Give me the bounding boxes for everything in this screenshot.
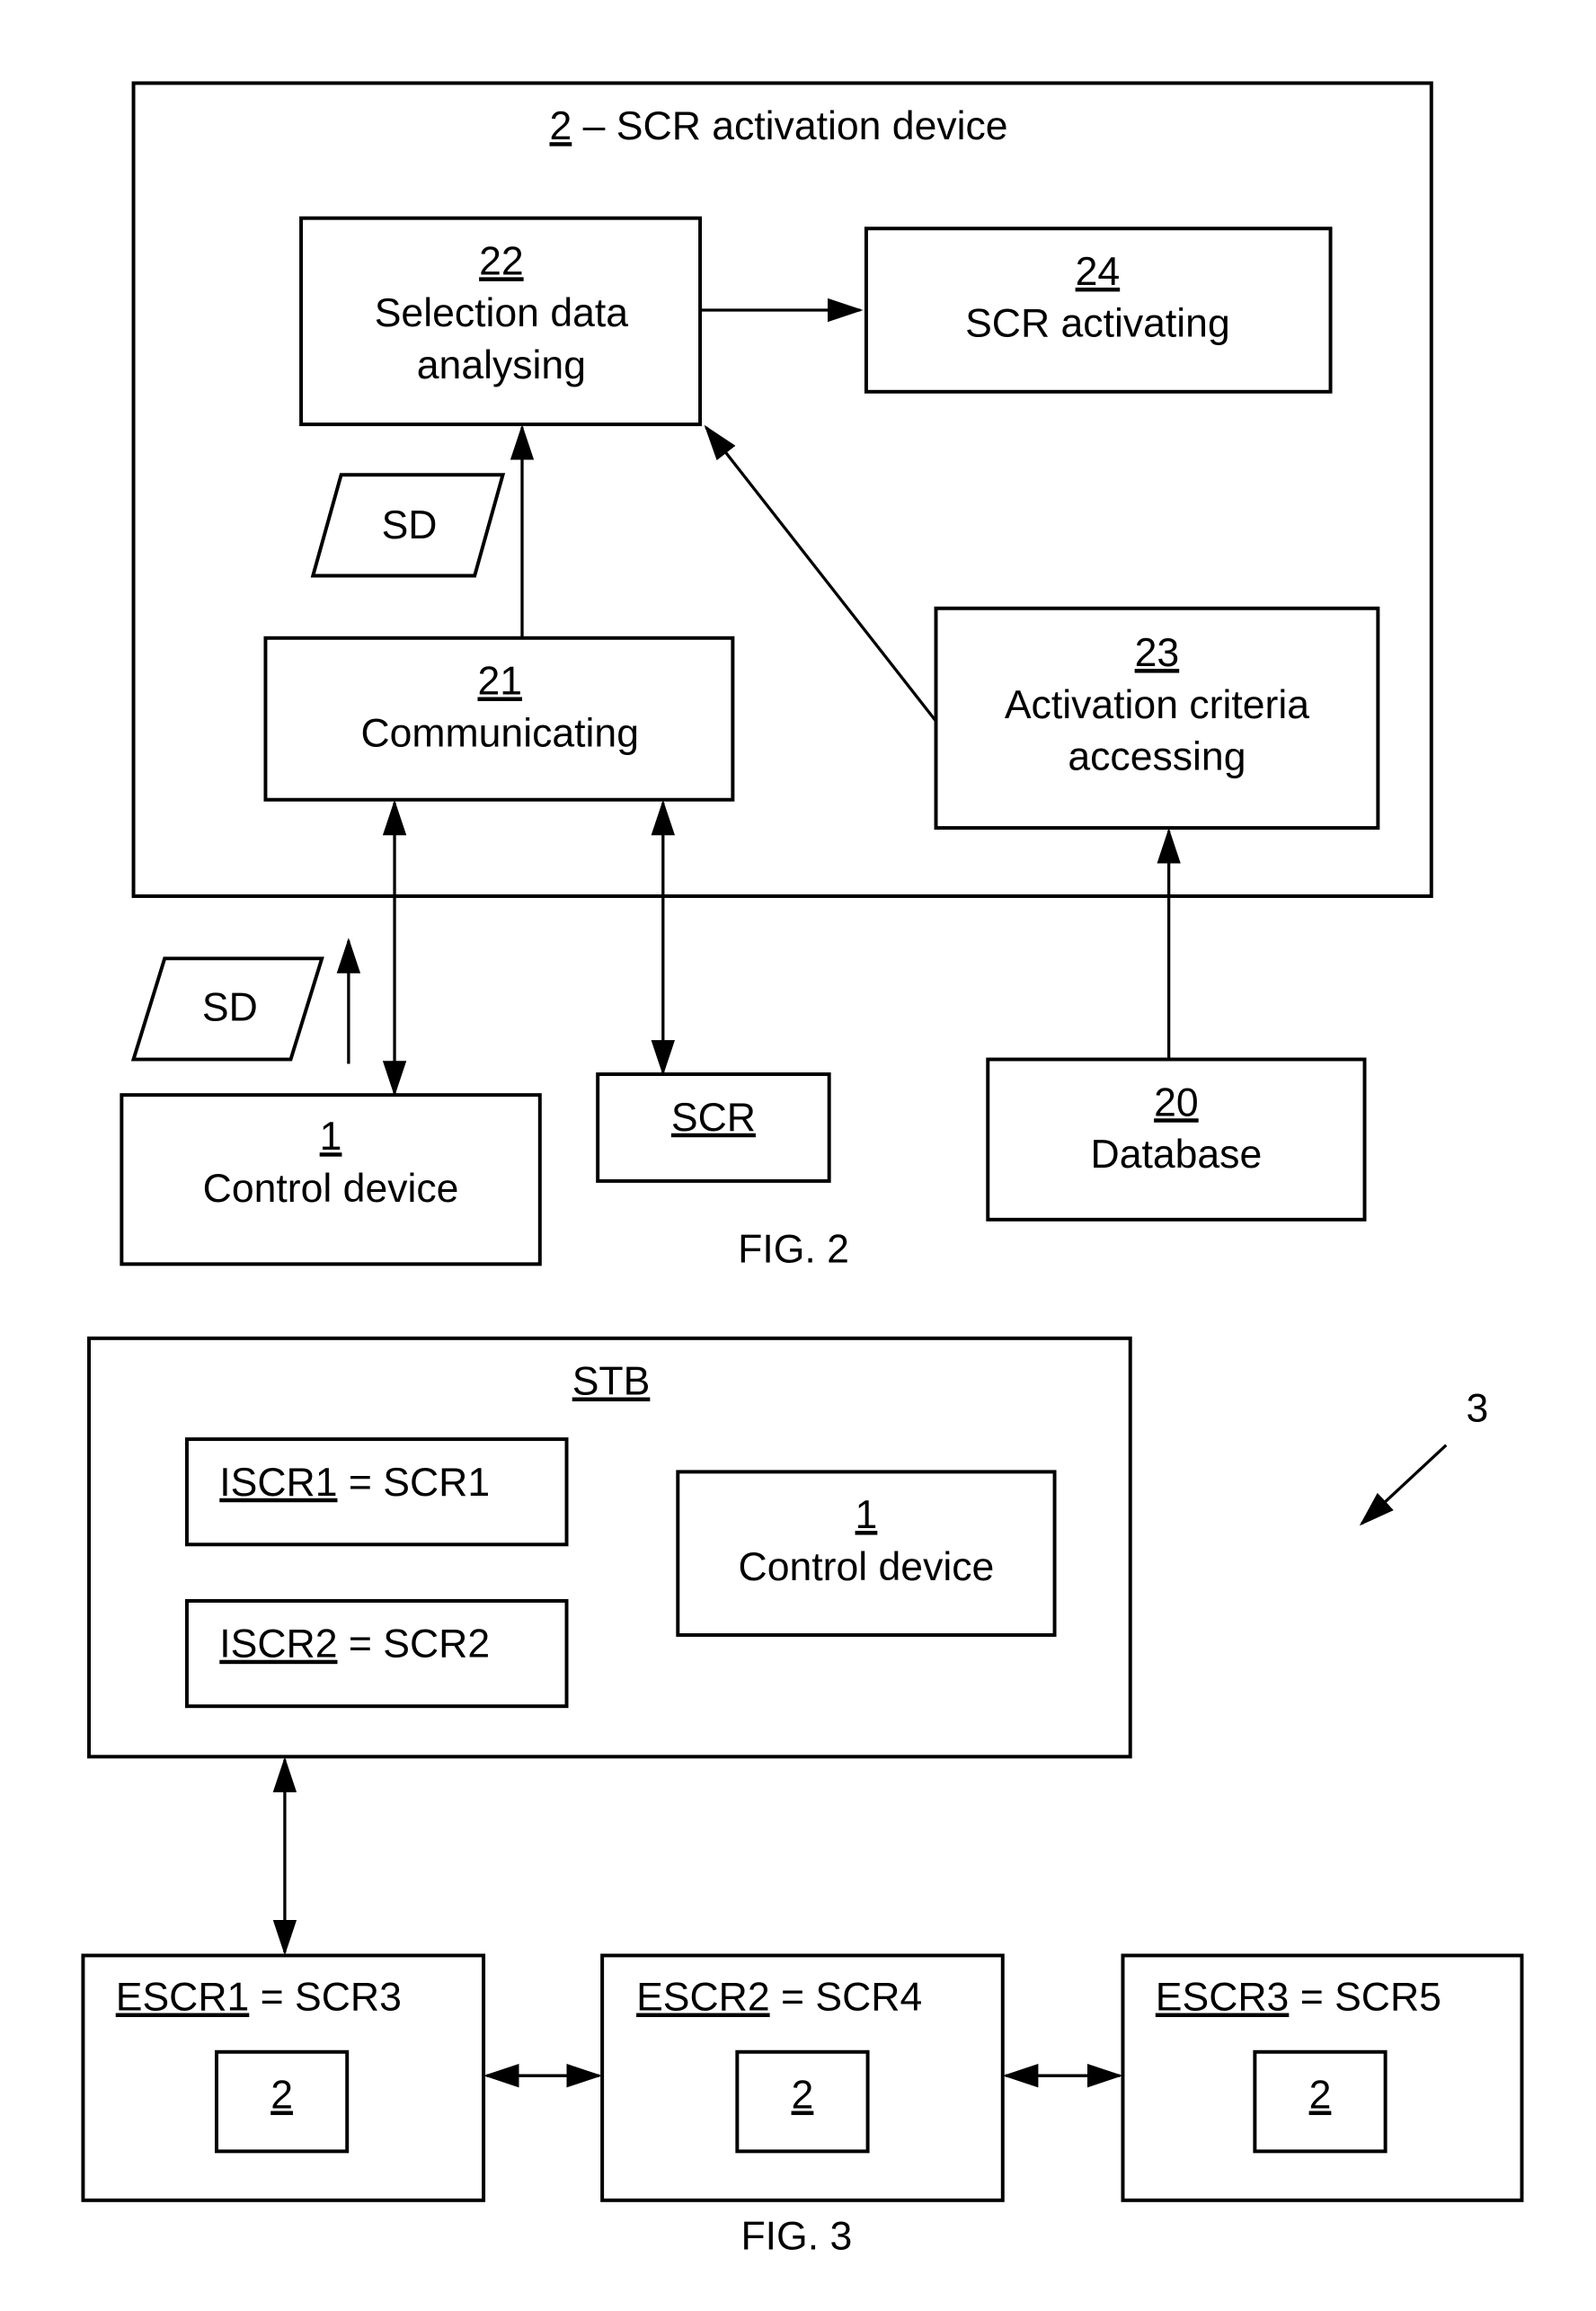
block-1-number: 1 [320,1115,342,1159]
sd-data-outer: SD [130,956,324,1062]
fig3-caption: FIG. 3 [740,2214,852,2258]
block-21-communicating: 21 Communicating [263,636,735,802]
block-21-number: 21 [477,660,522,704]
iscr2-box: ISCR2 = SCR2 [184,1599,569,1709]
block-20-number: 20 [1154,1080,1199,1124]
stb-control-number: 1 [856,1493,878,1537]
block-24-number: 24 [1076,250,1121,294]
escr3-label: ESCR3 = SCR5 [1156,1976,1441,2020]
device-title: 2 – SCR activation device [550,104,1008,148]
block-24-scr-activating: 24 SCR activating [864,227,1333,394]
block-1-line1: Control device [203,1167,459,1211]
sd-outer-label: SD [202,986,258,1030]
stb-control-line1: Control device [739,1545,995,1589]
fig2: 2 – SCR activation device 22 Selection d… [120,81,1433,1272]
block-20-line1: Database [1091,1133,1263,1177]
block-1-control-device: 1 Control device [120,1093,542,1267]
escr3-box: ESCR3 = SCR5 2 [1121,1953,1524,2202]
stb-title: STB [572,1360,651,1404]
block-scr-label: SCR [671,1096,756,1140]
escr1-box: ESCR1 = SCR3 2 [81,1953,486,2202]
block-scr: SCR [596,1072,831,1183]
reference-arrow-3 [1359,1444,1448,1526]
block-20-database: 20 Database [986,1057,1367,1222]
sd-data-inner: SD [310,473,506,578]
escr1-label: ESCR1 = SCR3 [116,1976,402,2020]
block-22-selection-data-analysing: 22 Selection data analysing [299,216,703,427]
block-21-line1: Communicating [360,711,638,755]
block-24-line1: SCR activating [965,302,1230,346]
block-22-line1: Selection data [375,291,629,335]
block-22-line2: analysing [417,343,586,387]
sd-inner-label: SD [382,503,438,547]
escr1-device-2-label: 2 [270,2073,293,2117]
reference-label-3: 3 [1467,1386,1489,1430]
fig2-caption: FIG. 2 [738,1228,849,1272]
block-23-line1: Activation criteria [1005,683,1309,727]
block-22-number: 22 [479,239,524,283]
escr2-device-2-label: 2 [792,2073,814,2117]
iscr1-label: ISCR1 = SCR1 [219,1461,490,1505]
fig3: STB ISCR1 = SCR1 ISCR2 = SCR2 1 Control … [81,1336,1524,2258]
patent-figures: 2 – SCR activation device 22 Selection d… [81,81,1524,2258]
escr2-label: ESCR2 = SCR4 [636,1976,922,2020]
iscr2-label: ISCR2 = SCR2 [219,1622,490,1667]
stb-control-device-box: 1 Control device [676,1470,1057,1637]
escr3-device-2-label: 2 [1309,2073,1332,2117]
block-23-activation-criteria-accessing: 23 Activation criteria accessing [934,606,1380,831]
escr2-box: ESCR2 = SCR4 2 [600,1953,1005,2202]
iscr1-box: ISCR1 = SCR1 [184,1437,569,1547]
block-23-number: 23 [1135,631,1180,675]
block-23-line2: accessing [1068,735,1246,779]
